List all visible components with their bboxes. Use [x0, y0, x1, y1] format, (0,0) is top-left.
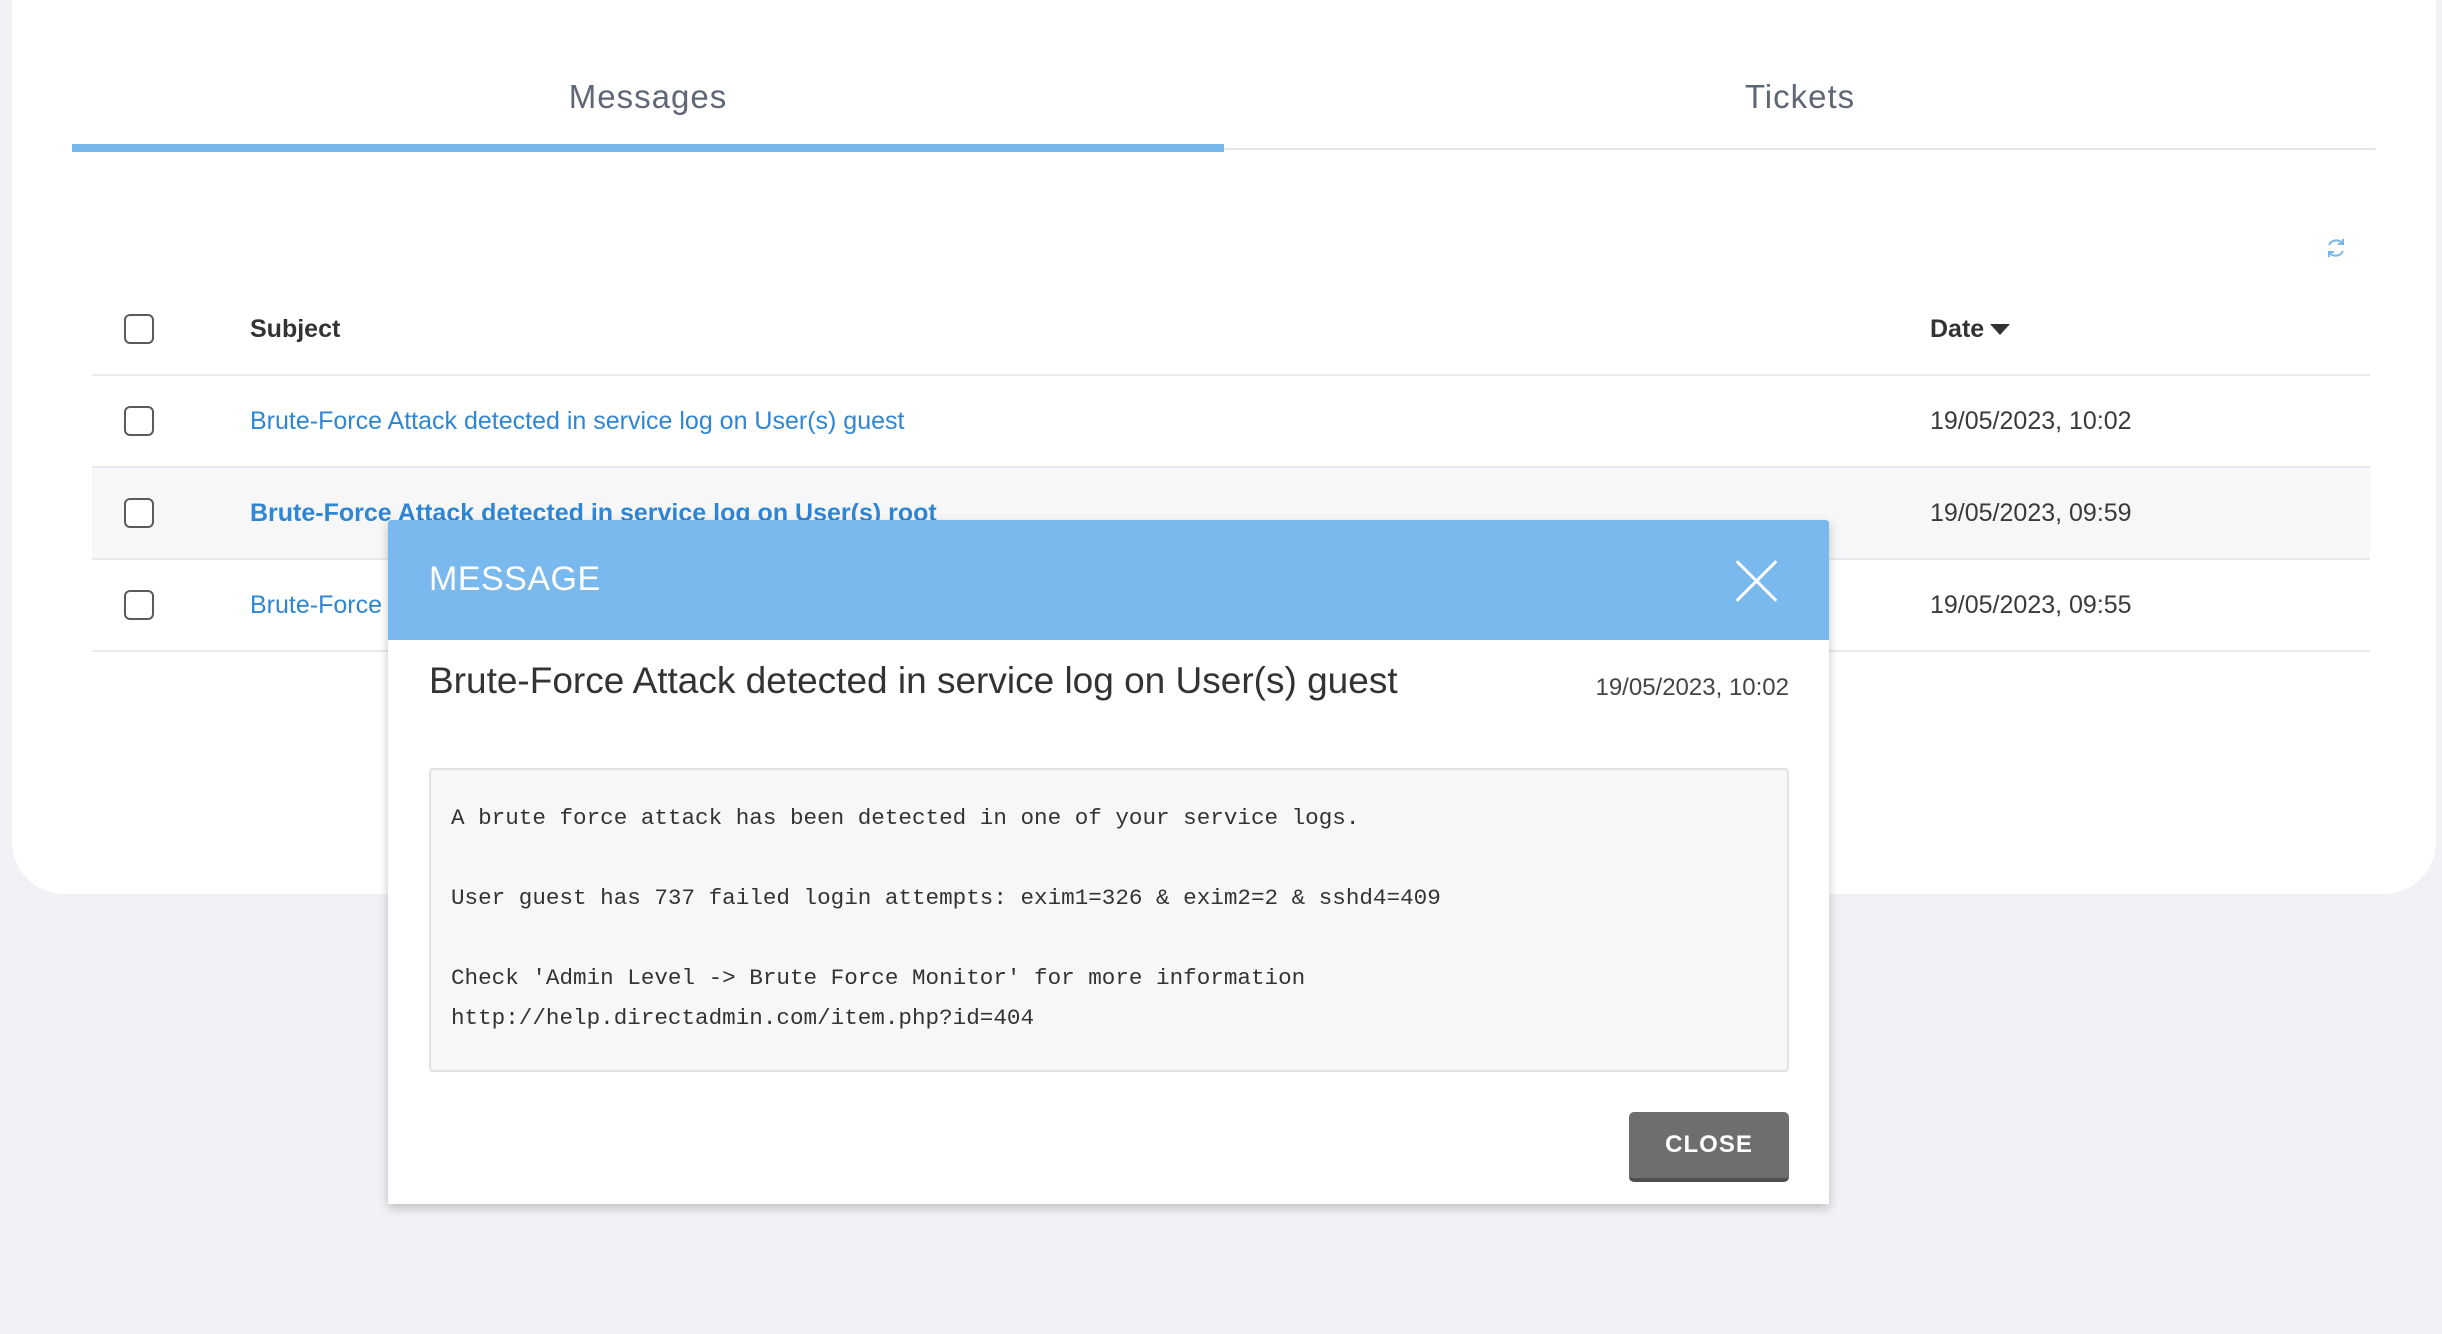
- row-checkbox[interactable]: [124, 498, 154, 528]
- sort-desc-icon: [1990, 324, 2011, 336]
- tab-bar: Messages Tickets: [72, 62, 2376, 152]
- message-date: 19/05/2023, 10:02: [1595, 674, 1789, 701]
- message-subject-link[interactable]: Brute-Force Attack detected in service l…: [250, 407, 904, 436]
- message-subject: Brute-Force Attack detected in service l…: [429, 660, 1398, 701]
- subject-column-header[interactable]: Subject: [250, 315, 340, 344]
- date-column-header[interactable]: Date: [1930, 314, 2011, 344]
- date-column-label: Date: [1930, 314, 1985, 343]
- select-all-checkbox[interactable]: [124, 314, 154, 344]
- row-checkbox[interactable]: [124, 406, 154, 436]
- message-date: 19/05/2023, 09:59: [1930, 498, 2132, 527]
- message-dialog: MESSAGE Brute-Force Attack detected in s…: [388, 520, 1829, 1204]
- dialog-title: MESSAGE: [429, 560, 601, 598]
- message-date: 19/05/2023, 09:55: [1930, 590, 2132, 619]
- row-checkbox[interactable]: [124, 590, 154, 620]
- close-icon[interactable]: [1736, 560, 1778, 602]
- refresh-icon[interactable]: [2324, 236, 2348, 260]
- tab-messages[interactable]: Messages: [72, 62, 1224, 152]
- table-header: Subject Date: [92, 284, 2370, 376]
- dialog-header: MESSAGE: [388, 520, 1829, 640]
- message-subject-link[interactable]: Brute-Force: [250, 591, 382, 620]
- message-body: A brute force attack has been detected i…: [429, 768, 1789, 1072]
- tab-tickets[interactable]: Tickets: [1224, 62, 2376, 148]
- message-date: 19/05/2023, 10:02: [1930, 406, 2132, 435]
- table-row: Brute-Force Attack detected in service l…: [92, 376, 2370, 468]
- close-button[interactable]: CLOSE: [1629, 1112, 1789, 1182]
